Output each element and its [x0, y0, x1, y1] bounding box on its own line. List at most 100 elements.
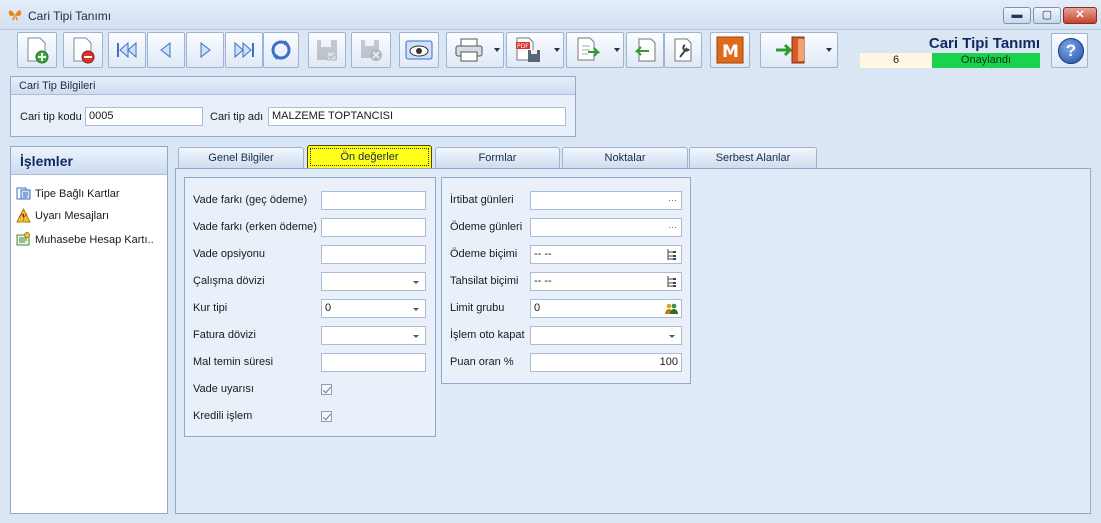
save-button[interactable]: [308, 32, 346, 68]
field-label: Limit grubu: [450, 302, 505, 314]
next-record-button[interactable]: [186, 32, 224, 68]
new-record-button[interactable]: [17, 32, 57, 68]
invoice-currency-select[interactable]: [321, 326, 426, 345]
operations-title: İşlemler: [11, 147, 167, 175]
export-document-icon: [577, 37, 601, 61]
select-value: 0: [325, 302, 332, 314]
ellipsis-icon[interactable]: ···: [668, 192, 677, 209]
print-button[interactable]: [446, 32, 504, 68]
tab-free-fields[interactable]: Serbest Alanlar: [689, 147, 817, 168]
collection-method-field[interactable]: -- --: [530, 272, 682, 291]
auto-close-select[interactable]: [530, 326, 682, 345]
minimize-button[interactable]: ▬: [1003, 7, 1031, 24]
side-item-label: Tipe Bağlı Kartlar: [35, 188, 120, 200]
contact-days-field[interactable]: ···: [530, 191, 682, 210]
working-currency-select[interactable]: [321, 272, 426, 291]
refresh-icon: [271, 40, 291, 60]
info-group-title: Cari Tip Bilgileri: [11, 77, 575, 95]
point-rate-field[interactable]: 100: [530, 353, 682, 372]
tab-page: Vade farkı (geç ödeme) Vade farkı (erken…: [175, 168, 1091, 514]
code-field[interactable]: 0005: [85, 107, 203, 126]
field-label: Çalışma dövizi: [193, 275, 265, 287]
field-value: -- --: [534, 248, 552, 260]
side-item-accounting[interactable]: Muhasebe Hesap Kartı..: [16, 231, 166, 249]
delete-record-button[interactable]: [63, 32, 103, 68]
info-group: Cari Tip Bilgileri Cari tip kodu 0005 Ca…: [10, 76, 576, 137]
side-item-warnings[interactable]: Uyarı Mesajları: [16, 207, 166, 225]
svg-text:M: M: [722, 42, 739, 62]
m-logo-icon: M: [716, 36, 744, 64]
next-icon: [200, 41, 211, 59]
warning-icon: [16, 208, 31, 223]
help-icon: ?: [1058, 38, 1084, 64]
pdf-export-button[interactable]: PDF: [506, 32, 564, 68]
name-label: Cari tip adı: [210, 111, 264, 123]
tools-button[interactable]: [664, 32, 702, 68]
due-option-field[interactable]: [321, 245, 426, 264]
field-label: Vade uyarısı: [193, 383, 254, 395]
help-button[interactable]: ?: [1051, 33, 1088, 68]
late-payment-diff-field[interactable]: [321, 191, 426, 210]
preview-button[interactable]: [399, 32, 439, 68]
close-button[interactable]: ✕: [1063, 7, 1097, 24]
title-bar: Cari Tipi Tanımı ▬ ▢ ✕: [0, 0, 1101, 30]
field-value: -- --: [534, 275, 552, 287]
svg-text:PDF: PDF: [517, 43, 529, 50]
save-icon: [317, 40, 337, 61]
refresh-button[interactable]: [263, 32, 299, 68]
field-value: 0: [534, 302, 541, 314]
exit-door-icon: [776, 36, 805, 64]
accounting-icon: [16, 232, 30, 246]
field-label: Mal temin süresi: [193, 356, 274, 368]
early-payment-diff-field[interactable]: [321, 218, 426, 237]
side-item-label: Uyarı Mesajları: [35, 210, 109, 222]
people-group-icon[interactable]: [665, 303, 678, 315]
rate-type-select[interactable]: 0: [321, 299, 426, 318]
payment-method-field[interactable]: -- --: [530, 245, 682, 264]
eye-preview-icon: [405, 40, 433, 60]
exit-button[interactable]: [760, 32, 838, 68]
last-record-button[interactable]: [225, 32, 263, 68]
prev-record-button[interactable]: [147, 32, 185, 68]
name-field[interactable]: MALZEME TOPTANCISI: [268, 107, 566, 126]
payment-days-field[interactable]: ···: [530, 218, 682, 237]
tab-general[interactable]: Genel Bilgiler: [178, 147, 304, 168]
field-label: Kur tipi: [193, 302, 228, 314]
previous-icon: [160, 41, 171, 59]
field-label: Vade farkı (geç ödeme): [193, 194, 308, 206]
supply-time-field[interactable]: [321, 353, 426, 372]
code-label: Cari tip kodu: [20, 111, 82, 123]
side-item-cards[interactable]: Tipe Bağlı Kartlar: [16, 185, 166, 203]
field-label: Ödeme günleri: [450, 221, 523, 233]
field-label: Puan oran %: [450, 356, 514, 368]
ellipsis-icon[interactable]: ···: [668, 219, 677, 236]
new-document-icon: [27, 37, 49, 64]
chevron-down-icon: [413, 281, 419, 284]
save-close-icon: [361, 40, 382, 61]
tab-points[interactable]: Noktalar: [562, 147, 688, 168]
tree-picker-icon[interactable]: [666, 275, 678, 288]
first-icon: [117, 41, 137, 59]
import-button[interactable]: [626, 32, 664, 68]
save-close-button[interactable]: [351, 32, 391, 68]
m-button[interactable]: M: [710, 32, 750, 68]
tab-defaults[interactable]: Ön değerler: [307, 145, 432, 169]
delete-document-icon: [73, 37, 95, 64]
field-label: Kredili işlem: [193, 410, 253, 422]
pdf-save-icon: PDF: [516, 37, 540, 62]
field-label: İrtibat günleri: [450, 194, 514, 206]
tab-forms[interactable]: Formlar: [435, 147, 560, 168]
first-record-button[interactable]: [108, 32, 146, 68]
field-label: Fatura dövizi: [193, 329, 256, 341]
form-header-title: Cari Tipi Tanımı: [928, 35, 1040, 52]
tree-picker-icon[interactable]: [666, 248, 678, 261]
operations-panel: İşlemler Tipe Bağlı Kartlar Uyarı Mesajl…: [10, 146, 168, 514]
field-label: Ödeme biçimi: [450, 248, 518, 260]
export-button[interactable]: [566, 32, 624, 68]
maximize-button[interactable]: ▢: [1033, 7, 1061, 24]
due-warning-checkbox[interactable]: [321, 384, 332, 395]
window-title: Cari Tipi Tanımı: [28, 9, 112, 23]
side-item-label: Muhasebe Hesap Kartı..: [35, 234, 154, 246]
limit-group-field[interactable]: 0: [530, 299, 682, 318]
credit-transaction-checkbox[interactable]: [321, 411, 332, 422]
